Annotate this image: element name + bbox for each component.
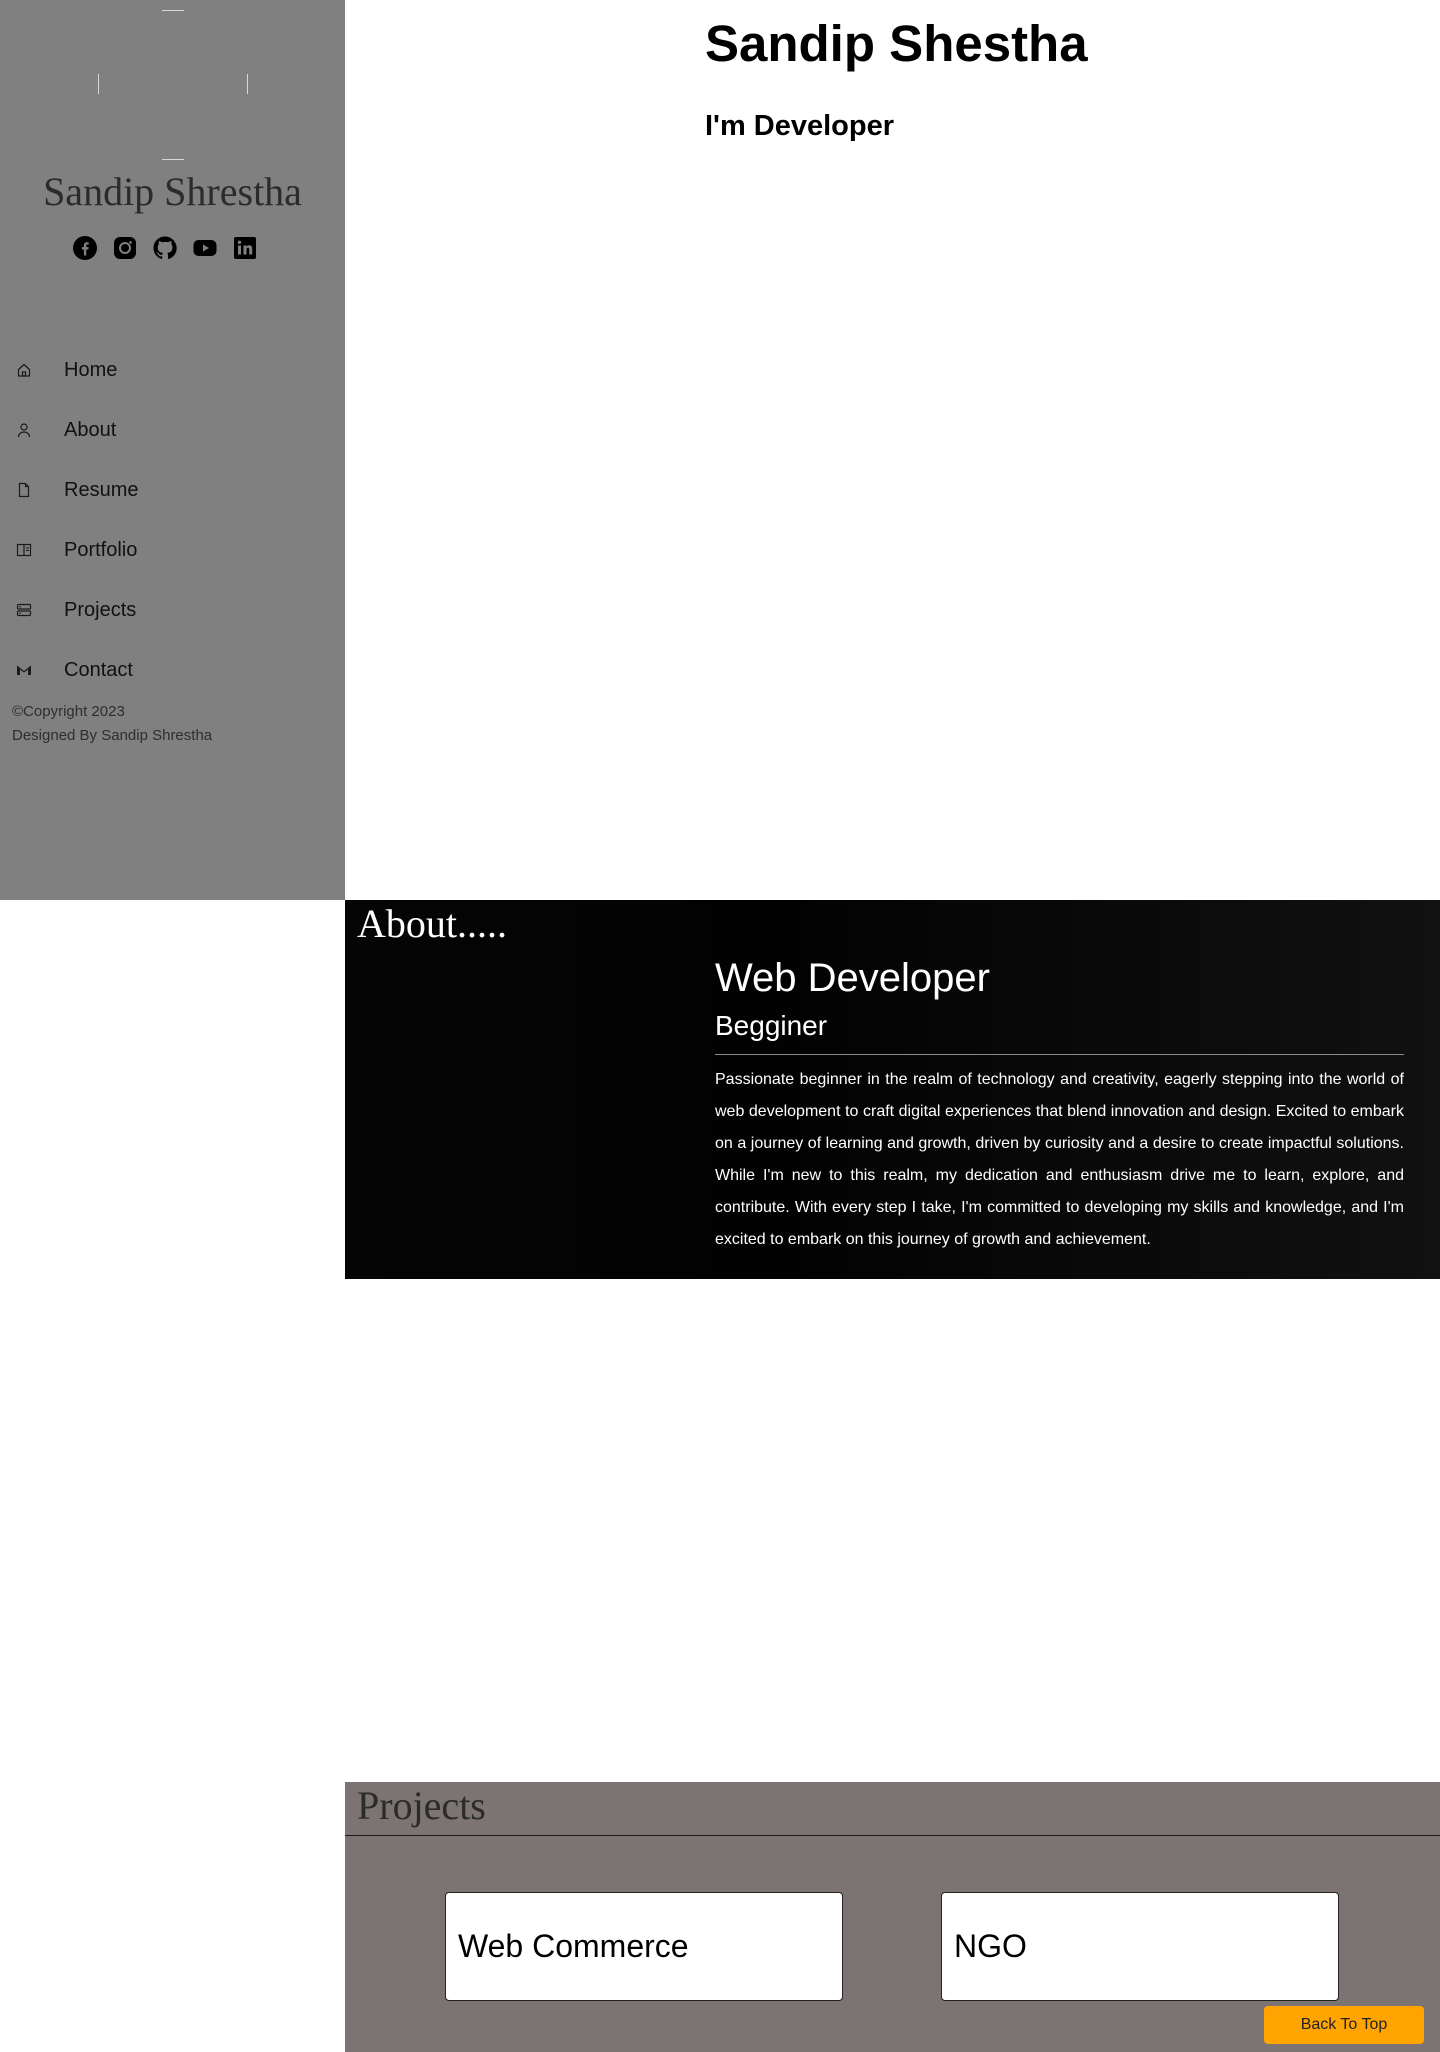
avatar-border-top	[162, 10, 184, 11]
linkedin-icon	[234, 237, 256, 259]
linkedin-link[interactable]	[233, 236, 257, 260]
github-icon	[153, 236, 177, 260]
nav-item-about-label: About	[64, 418, 117, 441]
project-card-title: NGO	[954, 1928, 1027, 1964]
about-divider	[715, 1054, 1404, 1055]
projects-title: Projects	[357, 1783, 486, 1828]
copyright-text: ©Copyright 2023	[12, 703, 125, 720]
projects-divider	[345, 1835, 1440, 1836]
youtube-link[interactable]	[193, 236, 217, 260]
about-role: Web Developer	[715, 956, 990, 1000]
book-icon	[16, 543, 32, 557]
back-to-top-button[interactable]: Back To Top	[1264, 2006, 1424, 2044]
sidebar: Sandip Shrestha Home About Resume Portfo…	[0, 0, 345, 900]
facebook-icon	[73, 236, 97, 260]
designed-by-text: Designed By Sandip Shrestha	[12, 727, 213, 744]
nav-item-home-label: Home	[64, 358, 118, 381]
file-icon	[18, 482, 30, 498]
nav-item-resume-label: Resume	[64, 478, 139, 501]
youtube-icon	[193, 240, 217, 256]
instagram-link[interactable]	[113, 236, 137, 260]
nav-item-contact-label: Contact	[64, 658, 133, 681]
project-card-ngo[interactable]: NGO	[941, 1892, 1339, 2001]
nav-item-projects-label: Projects	[64, 598, 137, 621]
nav-item-projects[interactable]: Projects	[0, 580, 345, 640]
github-link[interactable]	[153, 236, 177, 260]
copyright: ©Copyright 2023 Designed By Sandip Shres…	[12, 700, 212, 748]
avatar-border-bottom	[162, 159, 184, 160]
nav-item-portfolio[interactable]: Portfolio	[0, 520, 345, 580]
about-title: About.....	[357, 901, 507, 946]
nav-item-resume[interactable]: Resume	[0, 460, 345, 520]
facebook-link[interactable]	[73, 236, 97, 260]
nav-item-home[interactable]: Home	[0, 340, 345, 400]
hero-role: I'm Developer	[705, 110, 895, 142]
nav-item-about[interactable]: About	[0, 400, 345, 460]
about-description: Passionate beginner in the realm of tech…	[715, 1071, 1404, 1248]
instagram-icon	[114, 237, 136, 259]
home-icon	[17, 363, 31, 377]
person-icon	[17, 423, 31, 438]
mail-icon	[17, 665, 31, 675]
avatar-border-right	[247, 74, 248, 94]
nav-item-portfolio-label: Portfolio	[64, 538, 138, 561]
project-card-title: Web Commerce	[458, 1928, 689, 1964]
project-card-web-commerce[interactable]: Web Commerce	[445, 1892, 843, 2001]
avatar-border-left	[98, 74, 99, 94]
hero-name: Sandip Shestha	[705, 15, 1088, 72]
sidebar-nav: Home About Resume Portfolio Projects Con…	[0, 340, 345, 700]
nav-item-contact[interactable]: Contact	[0, 640, 345, 700]
about-section: About..... Web Developer Begginer Passio…	[345, 900, 1440, 1279]
sidebar-name: Sandip Shrestha	[43, 169, 302, 214]
social-links	[73, 236, 257, 260]
avatar	[98, 10, 248, 160]
server-icon	[16, 603, 32, 617]
about-level: Begginer	[715, 1010, 828, 1041]
